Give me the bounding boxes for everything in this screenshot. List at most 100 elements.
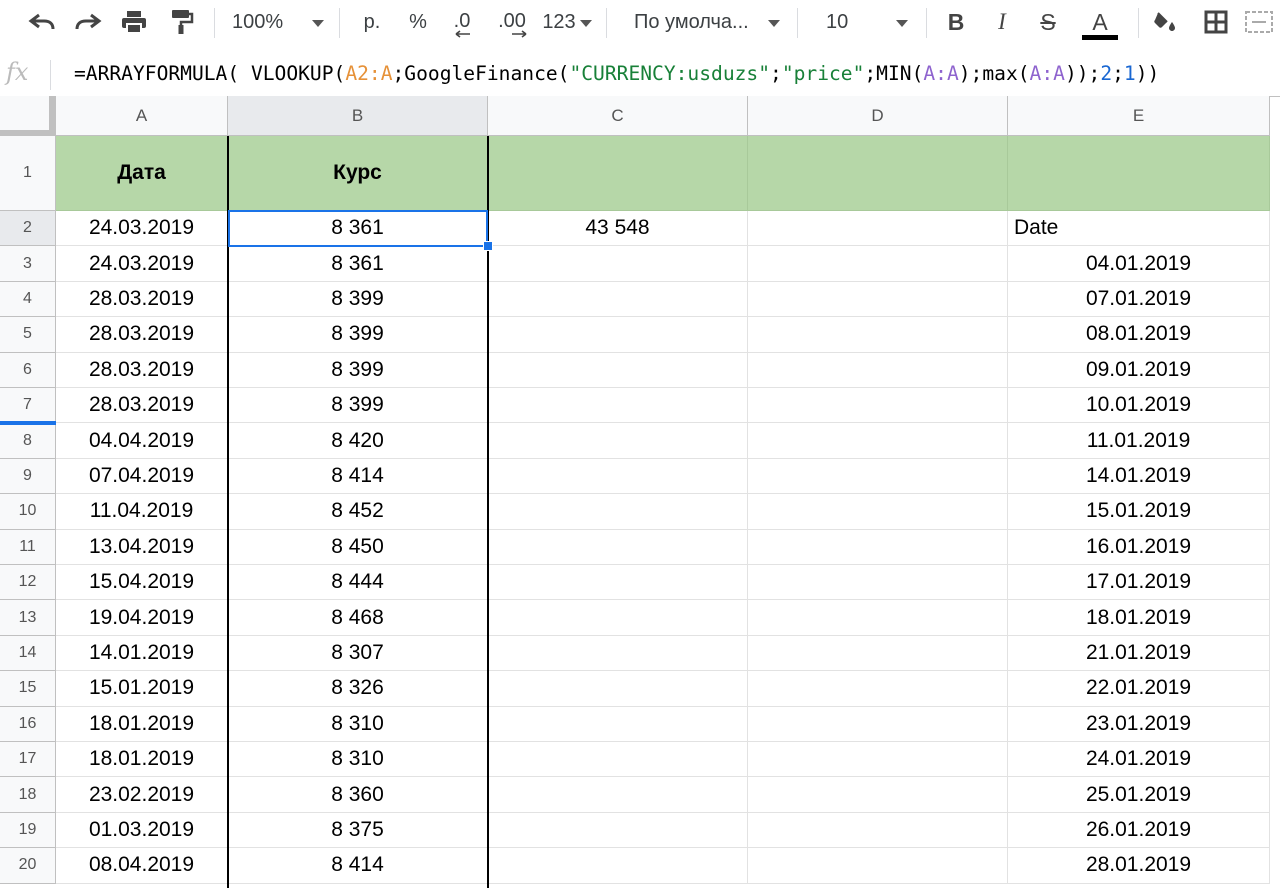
cell-b11[interactable]: 8 450	[228, 529, 488, 565]
print-icon[interactable]	[114, 0, 154, 44]
text-color-button[interactable]: A	[1078, 0, 1122, 44]
font-size-select[interactable]: 10	[826, 0, 866, 44]
row-header[interactable]: 7	[0, 388, 56, 424]
cell-b15[interactable]: 8 326	[228, 671, 488, 707]
column-header-e[interactable]: E	[1008, 96, 1270, 136]
cell-b18[interactable]: 8 360	[228, 777, 488, 813]
row-header[interactable]: 8	[0, 423, 56, 459]
cell-a13[interactable]: 19.04.2019	[56, 600, 228, 636]
cell-e6[interactable]: 09.01.2019	[1008, 352, 1270, 388]
row-header[interactable]: 11	[0, 529, 56, 565]
cell-c4[interactable]	[488, 281, 748, 318]
column-header-b[interactable]: B	[228, 96, 488, 136]
cell-c15[interactable]	[488, 671, 748, 707]
cell-d14[interactable]	[748, 635, 1008, 672]
cell-b9[interactable]: 8 414	[228, 458, 488, 495]
cell-d18[interactable]	[748, 777, 1008, 813]
row-header[interactable]: 2	[0, 211, 56, 247]
cell-a15[interactable]: 15.01.2019	[56, 671, 228, 707]
row-header[interactable]: 10	[0, 494, 56, 530]
cell-a18[interactable]: 23.02.2019	[56, 777, 228, 813]
cell-a10[interactable]: 11.04.2019	[56, 494, 228, 530]
cell-c11[interactable]	[488, 529, 748, 565]
cell-a20[interactable]: 08.04.2019	[56, 848, 228, 884]
row-header[interactable]: 13	[0, 600, 56, 636]
undo-icon[interactable]	[22, 0, 62, 44]
row-header[interactable]: 17	[0, 742, 56, 778]
chevron-down-icon[interactable]	[768, 20, 780, 27]
cell-b13[interactable]: 8 468	[228, 600, 488, 636]
cell-b16[interactable]: 8 310	[228, 706, 488, 742]
cell-a6[interactable]: 28.03.2019	[56, 352, 228, 388]
cell-e3[interactable]: 04.01.2019	[1008, 246, 1270, 282]
row-header[interactable]: 9	[0, 458, 56, 495]
cell-d13[interactable]	[748, 600, 1008, 636]
cell-d3[interactable]	[748, 246, 1008, 282]
cell-c19[interactable]	[488, 812, 748, 849]
cell-c16[interactable]	[488, 706, 748, 742]
cell-d12[interactable]	[748, 565, 1008, 601]
more-formats-button[interactable]: 123	[538, 0, 580, 44]
cell-b6[interactable]: 8 399	[228, 352, 488, 388]
cell-b10[interactable]: 8 452	[228, 494, 488, 530]
cell-e8[interactable]: 11.01.2019	[1008, 423, 1270, 459]
cell-e19[interactable]: 26.01.2019	[1008, 812, 1270, 849]
cell-d16[interactable]	[748, 706, 1008, 742]
cell-e16[interactable]: 23.01.2019	[1008, 706, 1270, 742]
cell-d5[interactable]	[748, 317, 1008, 353]
row-header[interactable]: 14	[0, 635, 56, 672]
cell-b5[interactable]: 8 399	[228, 317, 488, 353]
header-cell-e[interactable]	[1008, 136, 1270, 211]
cell-c13[interactable]	[488, 600, 748, 636]
bold-button[interactable]: B	[936, 0, 976, 44]
cell-d11[interactable]	[748, 529, 1008, 565]
cell-b14[interactable]: 8 307	[228, 635, 488, 672]
borders-icon[interactable]	[1196, 0, 1236, 44]
cell-c2[interactable]: 43 548	[488, 211, 748, 247]
cell-e17[interactable]: 24.01.2019	[1008, 742, 1270, 778]
cell-e4[interactable]: 07.01.2019	[1008, 281, 1270, 318]
cell-d19[interactable]	[748, 812, 1008, 849]
cell-c17[interactable]	[488, 742, 748, 778]
currency-format-button[interactable]: р.	[352, 0, 392, 44]
fill-handle[interactable]	[483, 241, 493, 252]
cell-c18[interactable]	[488, 777, 748, 813]
cell-c8[interactable]	[488, 423, 748, 459]
row-header[interactable]: 15	[0, 671, 56, 707]
cell-e15[interactable]: 22.01.2019	[1008, 671, 1270, 707]
cell-a19[interactable]: 01.03.2019	[56, 812, 228, 849]
cell-d8[interactable]	[748, 423, 1008, 459]
cell-b20[interactable]: 8 414	[228, 848, 488, 884]
cell-e9[interactable]: 14.01.2019	[1008, 458, 1270, 495]
cell-c20[interactable]	[488, 848, 748, 884]
cell-a9[interactable]: 07.04.2019	[56, 458, 228, 495]
row-header[interactable]: 3	[0, 246, 56, 282]
italic-button[interactable]: I	[982, 0, 1022, 44]
cell-c7[interactable]	[488, 388, 748, 424]
column-header-d[interactable]: D	[748, 96, 1008, 136]
column-header-c[interactable]: C	[488, 96, 748, 136]
cell-b12[interactable]: 8 444	[228, 565, 488, 601]
row-header[interactable]: 6	[0, 352, 56, 388]
cell-c5[interactable]	[488, 317, 748, 353]
column-header-a[interactable]: A	[56, 96, 228, 136]
cell-a3[interactable]: 24.03.2019	[56, 246, 228, 282]
freeze-column-handle[interactable]	[49, 96, 55, 132]
row-header[interactable]: 4	[0, 281, 56, 318]
cell-c3[interactable]	[488, 246, 748, 282]
row-header[interactable]: 12	[0, 565, 56, 601]
cell-a16[interactable]: 18.01.2019	[56, 706, 228, 742]
row-header[interactable]: 5	[0, 317, 56, 353]
font-select[interactable]: По умолча...	[634, 0, 759, 44]
cell-d6[interactable]	[748, 352, 1008, 388]
cell-e13[interactable]: 18.01.2019	[1008, 600, 1270, 636]
decrease-decimal-button[interactable]: .0	[442, 0, 482, 44]
cell-d2[interactable]	[748, 211, 1008, 247]
chevron-down-icon[interactable]	[312, 20, 324, 27]
cell-d4[interactable]	[748, 281, 1008, 318]
redo-icon[interactable]	[68, 0, 108, 44]
select-all-corner[interactable]	[0, 96, 56, 136]
cell-b7[interactable]: 8 399	[228, 388, 488, 424]
cell-a17[interactable]: 18.01.2019	[56, 742, 228, 778]
cell-c9[interactable]	[488, 458, 748, 495]
